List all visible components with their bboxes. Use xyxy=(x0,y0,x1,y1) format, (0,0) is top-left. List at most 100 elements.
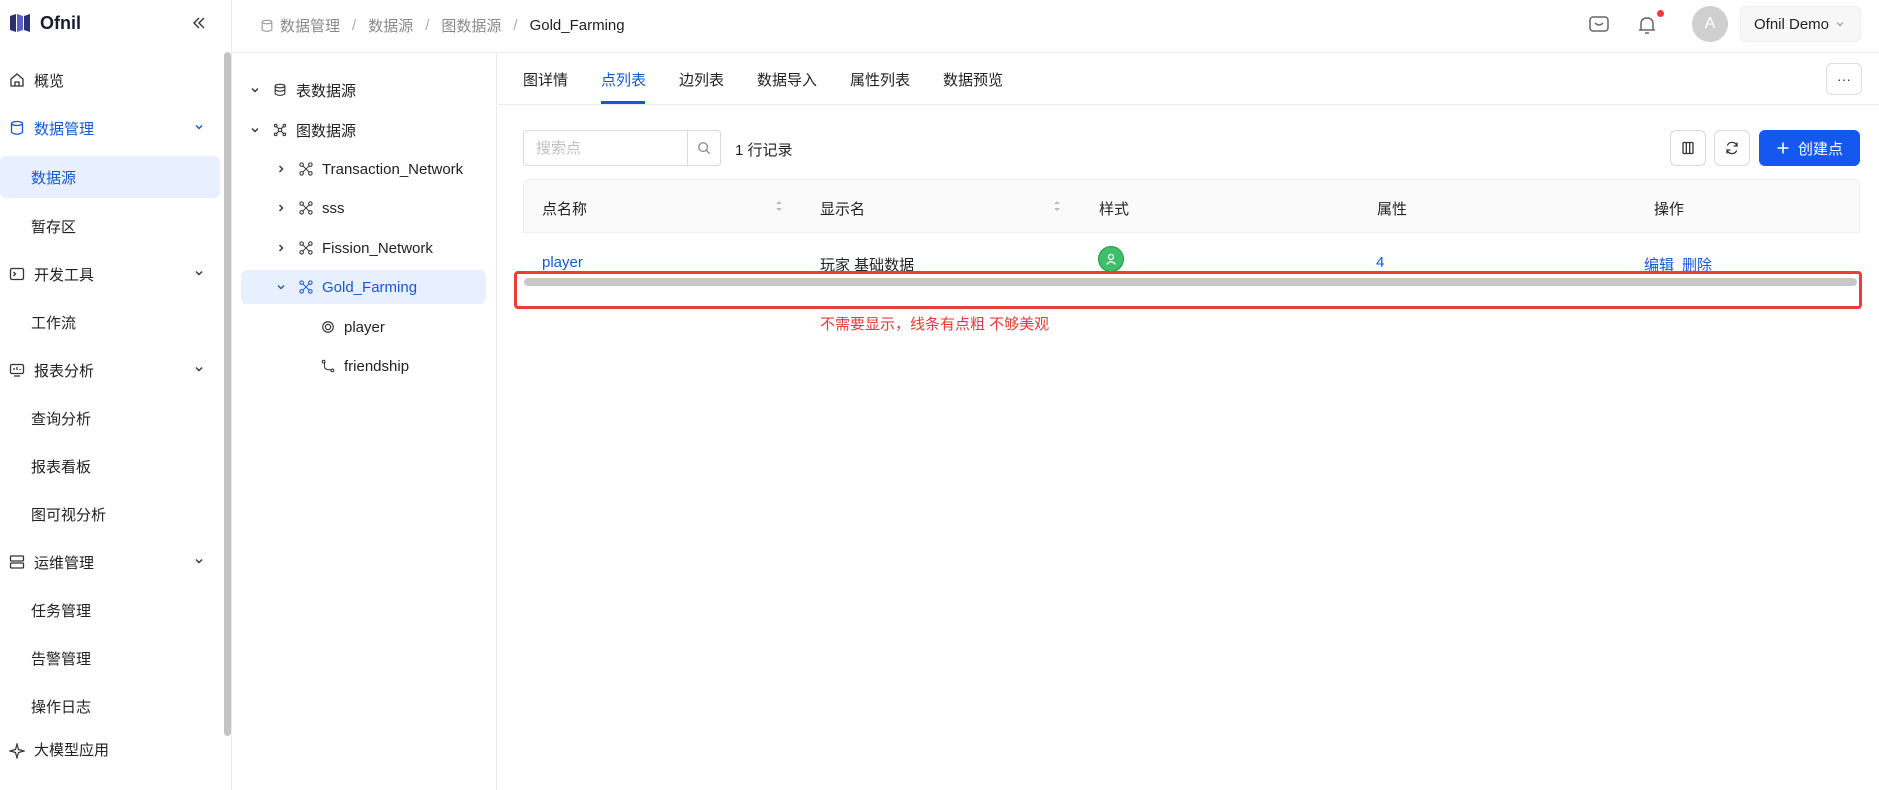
sidebar-item-operation-log[interactable]: 操作日志 xyxy=(0,682,224,730)
tree-node-graph[interactable]: sss xyxy=(274,191,345,225)
search-input[interactable] xyxy=(524,131,687,165)
sidebar-group-ops[interactable]: 运维管理 xyxy=(0,538,224,586)
sparkle-icon xyxy=(8,742,26,760)
server-icon xyxy=(8,553,26,571)
top-header: 数据管理 / 数据源 / 图数据源 / Gold_Farming A Ofnil… xyxy=(232,0,1879,53)
tree-node-label: Fission_Network xyxy=(322,239,433,257)
vertex-attribute-count[interactable]: 4 xyxy=(1376,254,1384,271)
ofnil-logo-icon xyxy=(10,14,30,32)
vertex-name-link[interactable]: player xyxy=(542,254,583,271)
tab-edge-list[interactable]: 边列表 xyxy=(679,69,724,90)
sidebar-item-alert-management[interactable]: 告警管理 xyxy=(0,634,224,682)
vertex-style-icon xyxy=(1098,246,1124,272)
column-header-display-name[interactable]: 显示名 xyxy=(820,198,865,219)
sidebar-item-overview[interactable]: 概览 xyxy=(0,56,224,104)
graph-cluster-icon xyxy=(272,122,288,138)
breadcrumb-item[interactable]: 图数据源 xyxy=(441,15,501,36)
sidebar-item-workflow[interactable]: 工作流 xyxy=(0,298,224,346)
chevron-down-icon[interactable] xyxy=(248,123,262,137)
sidebar-item-query-analysis[interactable]: 查询分析 xyxy=(0,394,224,442)
tree-node-vertex[interactable]: player xyxy=(320,310,385,344)
sidebar-item-task-management[interactable]: 任务管理 xyxy=(0,586,224,634)
feedback-icon[interactable] xyxy=(1587,13,1611,37)
tab-graph-details[interactable]: 图详情 xyxy=(523,69,568,90)
tab-attribute-list[interactable]: 属性列表 xyxy=(850,69,910,90)
tree-node-label: sss xyxy=(322,199,345,217)
avatar[interactable]: A xyxy=(1692,6,1728,42)
sidebar-item-label: 概览 xyxy=(34,72,65,90)
active-tab-indicator xyxy=(601,101,645,104)
tab-data-preview[interactable]: 数据预览 xyxy=(943,69,1003,90)
terminal-icon xyxy=(8,265,26,283)
sidebar-group-data-management[interactable]: 数据管理 xyxy=(0,104,224,152)
tree-node-label: 表数据源 xyxy=(296,82,357,100)
column-header-attributes: 属性 xyxy=(1377,201,1408,218)
graph-icon xyxy=(298,240,314,256)
column-header-name[interactable]: 点名称 xyxy=(542,198,587,219)
refresh-button[interactable] xyxy=(1714,130,1750,166)
bell-icon[interactable] xyxy=(1635,13,1659,37)
chevron-right-icon[interactable] xyxy=(274,241,288,255)
database-icon xyxy=(272,82,288,98)
tree-node-label: Transaction_Network xyxy=(322,160,464,178)
vertex-icon xyxy=(320,319,336,335)
user-name: Ofnil Demo xyxy=(1754,15,1830,33)
breadcrumb-current: Gold_Farming xyxy=(529,17,625,34)
chevron-right-icon[interactable] xyxy=(274,162,288,176)
breadcrumb-item[interactable]: 数据管理 xyxy=(280,15,340,36)
create-vertex-label: 创建点 xyxy=(1797,140,1843,158)
user-menu-button[interactable]: Ofnil Demo xyxy=(1740,6,1861,42)
tree-node-label: player xyxy=(344,318,385,336)
sidebar-item-report-board[interactable]: 报表看板 xyxy=(0,442,224,490)
breadcrumb-separator: / xyxy=(513,17,518,34)
chevron-down-icon[interactable] xyxy=(274,280,288,294)
tree-node-graph[interactable]: Transaction_Network xyxy=(274,152,463,186)
search-icon xyxy=(698,142,711,155)
logo[interactable]: Ofnil xyxy=(8,10,81,36)
search-box xyxy=(523,130,721,166)
search-button[interactable] xyxy=(687,131,720,165)
chart-icon xyxy=(8,361,26,379)
chevron-down-icon[interactable] xyxy=(248,83,262,97)
sidebar-group-label: 数据管理 xyxy=(34,120,95,138)
sidebar-item-graph-visual[interactable]: 图可视分析 xyxy=(0,490,224,538)
annotation-highlight-box xyxy=(514,271,1862,309)
breadcrumb-separator: / xyxy=(425,17,430,34)
sidebar-item-datasource[interactable]: 数据源 xyxy=(0,156,220,198)
sidebar-group-label: 报表分析 xyxy=(34,362,95,380)
sidebar-group-reports[interactable]: 报表分析 xyxy=(0,346,224,394)
tree-node-graph[interactable]: Fission_Network xyxy=(274,231,433,265)
database-icon xyxy=(8,119,26,137)
sort-icon[interactable] xyxy=(774,198,784,214)
record-count: 1 行记录 xyxy=(735,142,793,159)
tree-node-edge[interactable]: friendship xyxy=(320,349,409,383)
tree-node-graph-source[interactable]: 图数据源 xyxy=(248,113,356,147)
sort-icon[interactable] xyxy=(1052,198,1062,214)
tab-bar: 图详情 点列表 边列表 数据导入 属性列表 数据预览 xyxy=(498,53,1879,105)
collapse-sidebar-icon[interactable] xyxy=(190,13,206,33)
columns-icon xyxy=(1682,141,1694,155)
column-settings-button[interactable] xyxy=(1670,130,1706,166)
sidebar-group-dev-tools[interactable]: 开发工具 xyxy=(0,250,224,298)
sidebar-group-llm-apps[interactable]: 大模型应用 xyxy=(0,730,224,760)
sidebar-group-label: 大模型应用 xyxy=(34,742,110,759)
sidebar-scrollbar[interactable] xyxy=(224,52,231,736)
chevron-right-icon[interactable] xyxy=(274,201,288,215)
tree-node-label: 图数据源 xyxy=(296,122,357,140)
create-vertex-button[interactable]: 创建点 xyxy=(1759,130,1860,166)
column-header-actions: 操作 xyxy=(1654,201,1685,218)
tree-node-label: Gold_Farming xyxy=(322,278,418,296)
sidebar-item-staging[interactable]: 暂存区 xyxy=(0,202,224,250)
edge-icon xyxy=(320,358,336,374)
sidebar-group-label: 开发工具 xyxy=(34,266,95,284)
sidebar-nav: 概览 数据管理 数据源 暂存区 开发工具 工作流 报表分析 查询分析 报表看板 … xyxy=(0,56,224,760)
tree-node-label: friendship xyxy=(344,357,410,375)
tab-data-import[interactable]: 数据导入 xyxy=(757,69,817,90)
chevron-down-icon xyxy=(1836,22,1844,27)
refresh-icon xyxy=(1726,141,1738,155)
tab-vertex-list[interactable]: 点列表 xyxy=(601,69,646,90)
tree-node-table-source[interactable]: 表数据源 xyxy=(248,73,356,107)
tree-node-graph-selected[interactable]: Gold_Farming xyxy=(241,270,486,304)
more-actions-button[interactable]: ··· xyxy=(1826,63,1862,95)
breadcrumb-item[interactable]: 数据源 xyxy=(368,15,413,36)
